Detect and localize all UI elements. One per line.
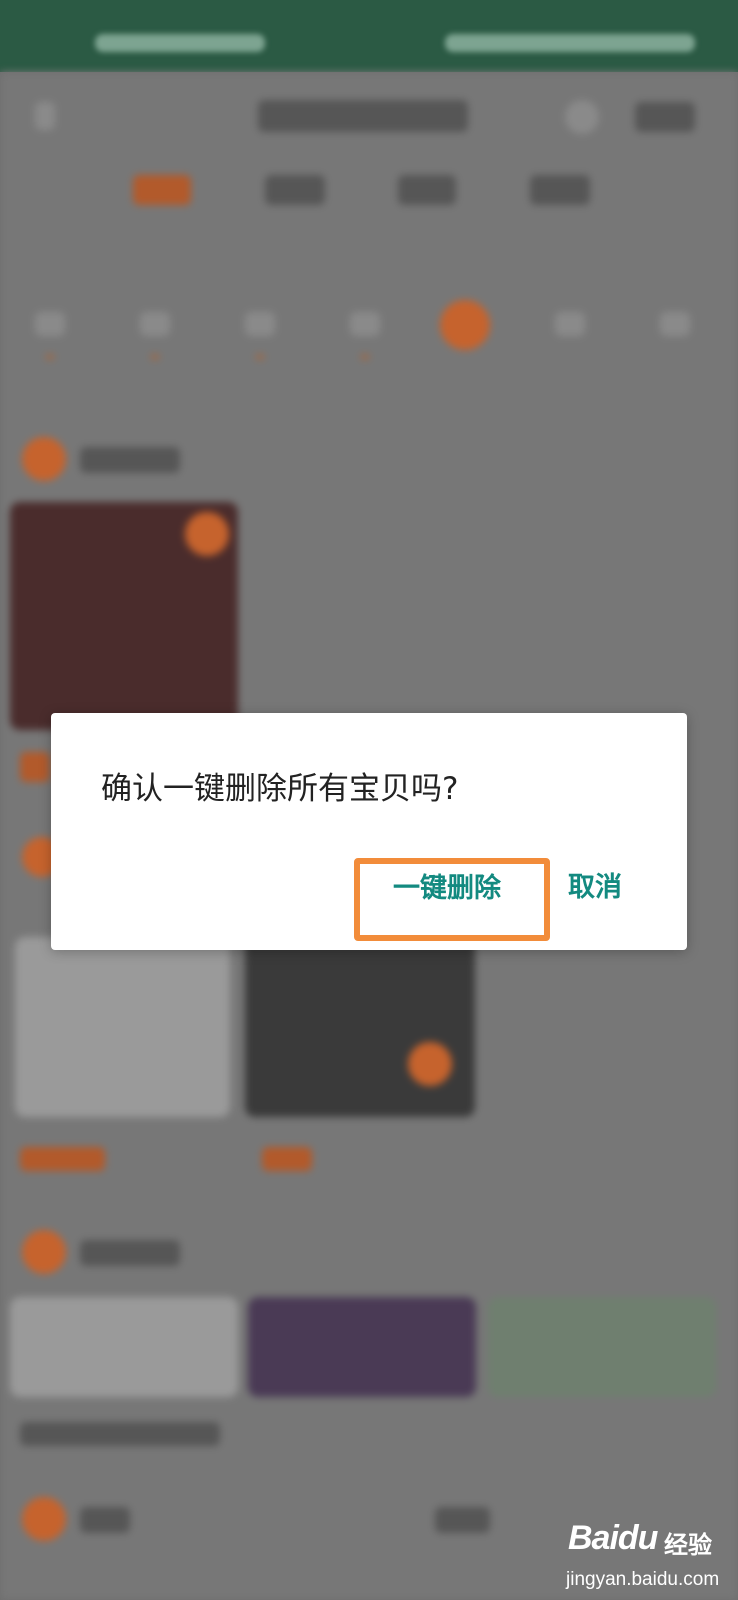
status-icons: [445, 34, 695, 52]
watermark-brand: 经验: [664, 1531, 712, 1559]
product-card: [248, 1297, 476, 1397]
tab-4: [530, 175, 590, 205]
highlight-box: [354, 858, 550, 941]
product-badge: [185, 512, 229, 556]
product-card: [245, 937, 475, 1117]
section-footer: [20, 1422, 220, 1446]
date-selected: [440, 300, 490, 350]
baidu-watermark: Baidu 经验 jingyan.baidu.com: [566, 1515, 731, 1595]
section-icon: [22, 437, 66, 481]
section-icon: [22, 1230, 66, 1274]
watermark-url: jingyan.baidu.com: [566, 1569, 720, 1590]
search-icon: [565, 100, 599, 134]
manage-button: [635, 102, 695, 132]
date-6: [555, 312, 585, 336]
cancel-button[interactable]: 取消: [568, 865, 622, 904]
price: [20, 1147, 105, 1171]
date-4: [350, 312, 380, 336]
price: [262, 1147, 312, 1171]
section-title: [80, 1507, 130, 1533]
section-icon: [22, 1497, 66, 1541]
page-title: [258, 100, 468, 132]
price: [20, 752, 50, 782]
product-card: [15, 937, 230, 1117]
section-action: [435, 1507, 490, 1533]
date-7: [660, 312, 690, 336]
tab-3: [398, 175, 456, 205]
section-title: [80, 1240, 180, 1266]
product-card: [10, 1297, 238, 1397]
back-icon: [35, 102, 55, 130]
baidu-logo: Baidu: [568, 1519, 658, 1557]
date-2: [140, 312, 170, 336]
tab-2: [265, 175, 325, 205]
product-card: [488, 1297, 716, 1397]
status-bar: [0, 0, 738, 72]
tab-all: [133, 175, 191, 205]
date-3: [245, 312, 275, 336]
product-badge: [408, 1042, 452, 1086]
carrier-info: [95, 34, 265, 52]
section-title: [80, 447, 180, 473]
dialog-message: 确认一键删除所有宝贝吗?: [101, 771, 459, 807]
date-1: [35, 312, 65, 336]
